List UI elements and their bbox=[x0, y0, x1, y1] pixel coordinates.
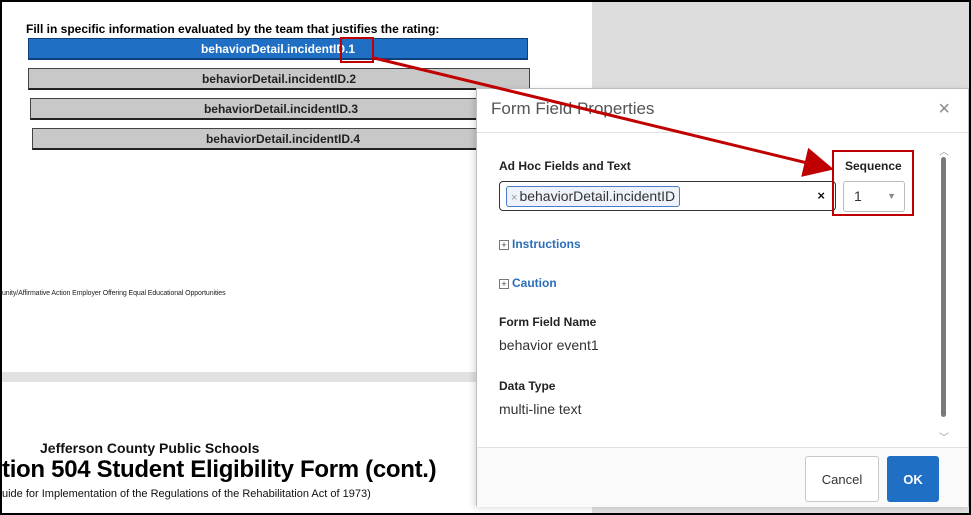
chip-remove-icon[interactable]: × bbox=[511, 192, 517, 204]
document-field-3[interactable]: behaviorDetail.incidentID.3 bbox=[30, 98, 532, 120]
adhoc-fields-input[interactable]: × behaviorDetail.incidentID × bbox=[499, 181, 836, 211]
form-field-name-value: behavior event1 bbox=[499, 337, 599, 353]
document-field-4[interactable]: behaviorDetail.incidentID.4 bbox=[32, 128, 534, 150]
clear-icon[interactable]: × bbox=[817, 188, 825, 203]
adhoc-fields-label: Ad Hoc Fields and Text bbox=[499, 159, 631, 173]
dialog-title: Form Field Properties bbox=[491, 99, 655, 118]
cancel-button[interactable]: Cancel bbox=[805, 456, 879, 502]
caution-label: Caution bbox=[512, 276, 557, 290]
document-heading: Fill in specific information evaluated b… bbox=[26, 22, 440, 36]
document-field-2[interactable]: behaviorDetail.incidentID.2 bbox=[28, 68, 530, 90]
document-form-title: tion 504 Student Eligibility Form (cont.… bbox=[2, 456, 437, 483]
scroll-down-icon[interactable]: ﹀ bbox=[939, 429, 949, 444]
annotation-highlight-sequence bbox=[832, 150, 914, 216]
data-type-value: multi-line text bbox=[499, 401, 582, 417]
scrollbar-thumb[interactable] bbox=[941, 157, 946, 417]
expand-plus-icon: + bbox=[499, 240, 509, 250]
expand-plus-icon: + bbox=[499, 279, 509, 289]
screenshot-frame: Fill in specific information evaluated b… bbox=[2, 2, 969, 513]
dialog-scrollbar[interactable]: ︿ ﹀ bbox=[939, 143, 949, 444]
instructions-expander[interactable]: + Instructions bbox=[499, 237, 581, 251]
scroll-up-icon[interactable]: ︿ bbox=[939, 143, 949, 158]
instructions-label: Instructions bbox=[512, 237, 581, 251]
close-icon[interactable]: × bbox=[938, 99, 950, 119]
data-type-label: Data Type bbox=[499, 379, 556, 393]
form-field-name-label: Form Field Name bbox=[499, 315, 597, 329]
adhoc-field-chip[interactable]: × behaviorDetail.incidentID bbox=[506, 186, 681, 207]
document-form-subtitle: uide for Implementation of the Regulatio… bbox=[2, 488, 371, 500]
dialog-footer: Cancel OK bbox=[477, 447, 968, 507]
document-field-1[interactable]: behaviorDetail.incidentID.1 bbox=[28, 38, 528, 60]
ok-button[interactable]: OK bbox=[887, 456, 939, 502]
caution-expander[interactable]: + Caution bbox=[499, 276, 557, 290]
dialog-header: Form Field Properties × bbox=[477, 89, 968, 133]
chip-label: behaviorDetail.incidentID bbox=[519, 188, 676, 204]
document-background bbox=[592, 2, 969, 92]
annotation-highlight-field-number bbox=[340, 37, 374, 63]
document-footer-text: unity/Affirmative Action Employer Offeri… bbox=[2, 290, 226, 297]
document-org-name: Jefferson County Public Schools bbox=[40, 440, 260, 456]
